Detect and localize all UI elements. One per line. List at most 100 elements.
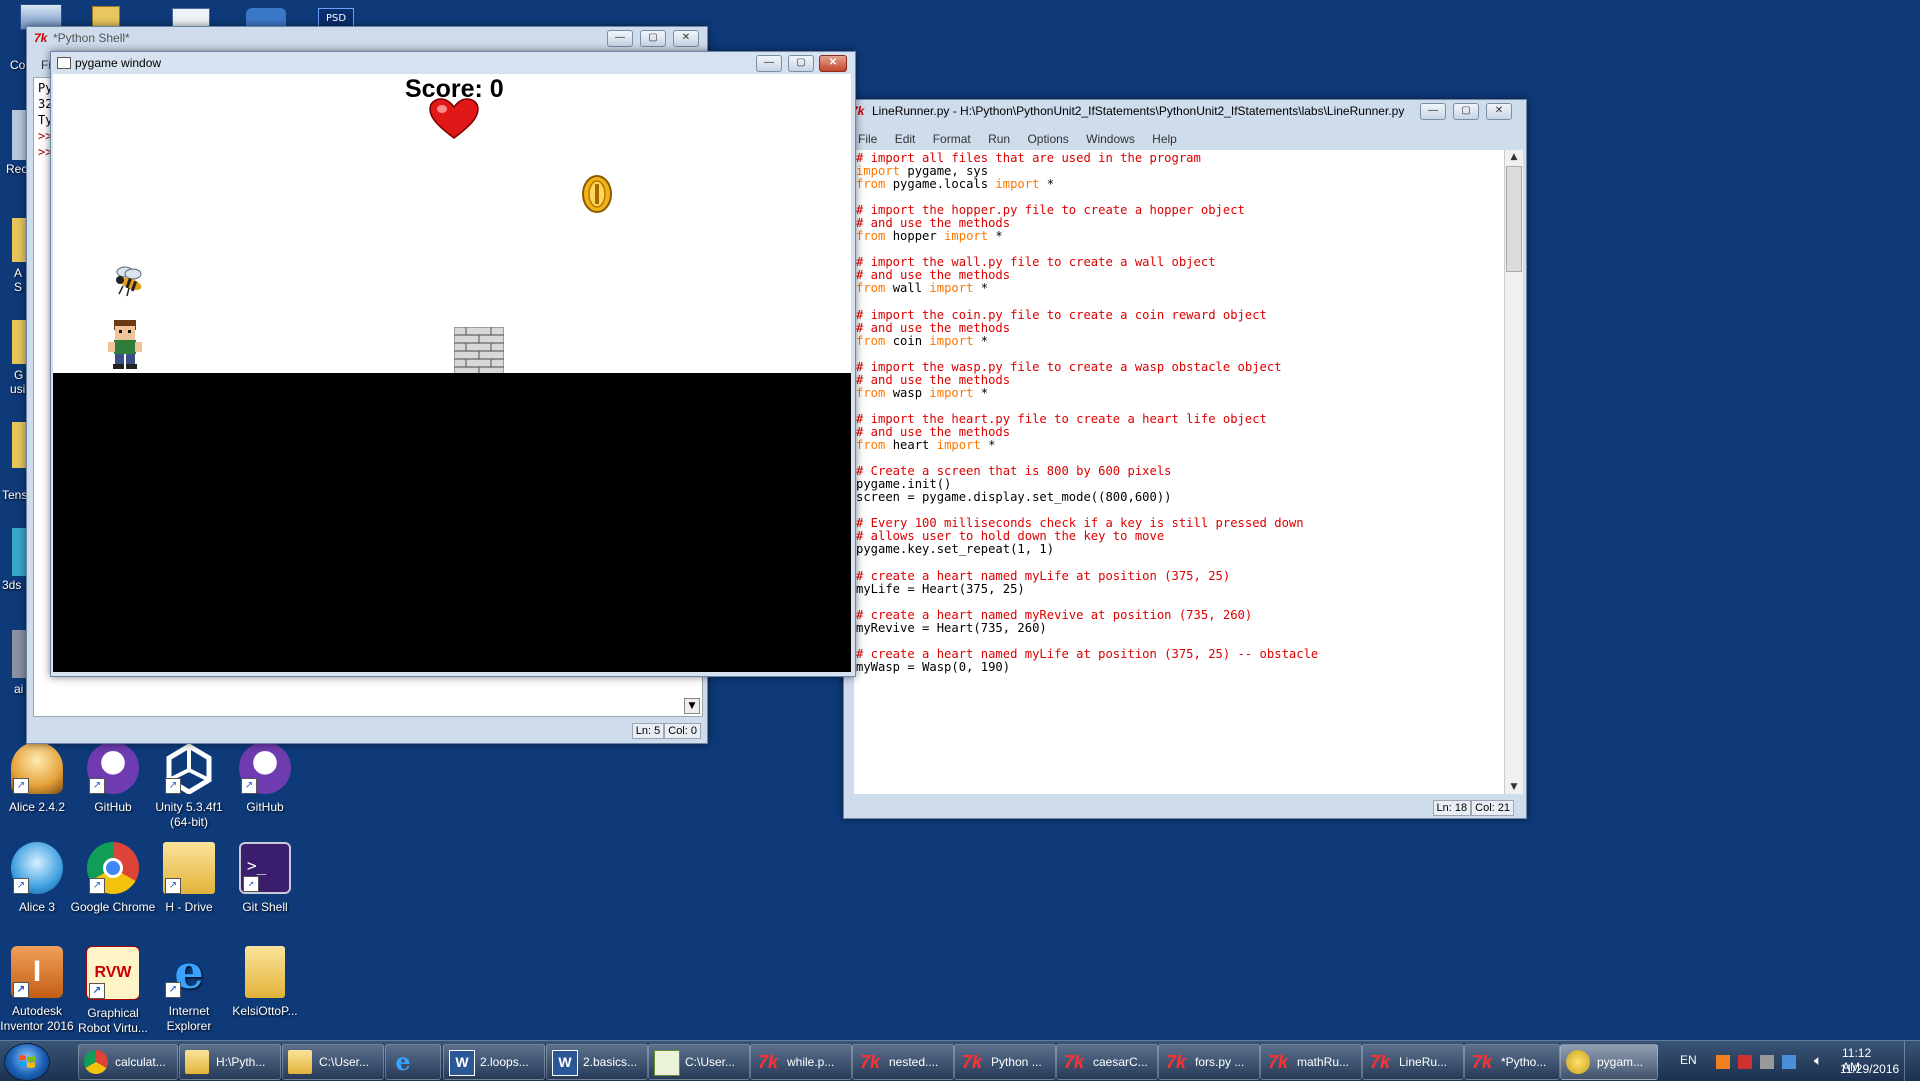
code-comment: # import the coin.py file to create a co… — [856, 307, 1267, 322]
desktop-icon-alice-242[interactable]: ↗ Alice 2.4.2 — [0, 742, 80, 815]
taskbar-item-label: fors.py ... — [1195, 1055, 1245, 1069]
menu-file[interactable]: File — [858, 132, 877, 146]
taskbar-item[interactable]: W 2.basics... — [546, 1044, 648, 1080]
code-editor[interactable]: # import all files that are used in the … — [854, 150, 1504, 794]
clock-date[interactable]: 11/29/2016 — [1840, 1062, 1899, 1076]
taskbar-item-label: H:\Pyth... — [216, 1055, 266, 1069]
taskbar-item[interactable]: 7k *Pytho... — [1464, 1044, 1560, 1080]
desktop-icon-kelsi-folder[interactable]: KelsiOttoP... — [222, 946, 308, 1019]
editor-scrollbar[interactable]: ▲ ▼ — [1504, 150, 1523, 794]
edge-folder-icon-1[interactable] — [12, 218, 26, 262]
taskbar-item[interactable]: 7k nested.... — [852, 1044, 954, 1080]
tray-icon-3[interactable] — [1760, 1055, 1774, 1069]
code-comment: # create a heart named myLife at positio… — [856, 568, 1231, 583]
maximize-button[interactable]: ▢ — [640, 30, 666, 47]
taskbar-item[interactable]: 7k Python ... — [954, 1044, 1056, 1080]
code-text: * — [973, 333, 989, 348]
minimize-button[interactable]: — — [756, 55, 782, 72]
editor-window[interactable]: 7k LineRunner.py - H:\Python\PythonUnit2… — [843, 99, 1527, 819]
desktop-icon-top-4[interactable] — [246, 8, 286, 28]
taskbar-item[interactable]: 7k LineRu... — [1362, 1044, 1464, 1080]
close-button[interactable]: ✕ — [819, 55, 847, 72]
idle-icon: 7k — [859, 1052, 881, 1072]
tray-icon-2[interactable] — [1738, 1055, 1752, 1069]
close-button[interactable]: ✕ — [673, 30, 699, 47]
idle-icon: 7k — [757, 1052, 779, 1072]
alice-icon: ↗ — [11, 742, 63, 794]
speaker-icon[interactable]: 🔈︎ — [1814, 1052, 1822, 1069]
tray-icon-1[interactable] — [1716, 1055, 1730, 1069]
wasp-icon — [116, 266, 142, 297]
maximize-button[interactable]: ▢ — [1453, 103, 1479, 120]
taskbar-item[interactable]: 7k caesarC... — [1056, 1044, 1158, 1080]
code-text: myLife = Heart(375, 25) — [856, 581, 1025, 596]
taskbar-item[interactable]: C:\User... — [648, 1044, 750, 1080]
edge-folder-icon-3[interactable] — [12, 422, 26, 468]
menu-edit[interactable]: Edit — [895, 132, 916, 146]
desktop-icon-github-2[interactable]: ↗ GitHub — [222, 742, 308, 815]
recycle-bin-icon[interactable] — [12, 110, 26, 160]
idle-icon: 7k — [1267, 1052, 1289, 1072]
desktop-icon-git-shell[interactable]: >_ ↗ Git Shell — [222, 842, 308, 915]
desktop-icon-label: Alice 2.4.2 — [8, 800, 66, 814]
taskbar-item[interactable]: calculat... — [78, 1044, 178, 1080]
menu-windows[interactable]: Windows — [1086, 132, 1135, 146]
taskbar-item[interactable]: 7k while.p... — [750, 1044, 852, 1080]
code-text: myWasp = Wasp(0, 190) — [856, 659, 1011, 674]
maximize-button[interactable]: ▢ — [788, 55, 814, 72]
taskbar-item[interactable]: H:\Pyth... — [179, 1044, 281, 1080]
pygame-titlebar[interactable]: pygame window — ▢ ✕ — [51, 52, 855, 74]
taskbar-item-label: nested.... — [889, 1055, 939, 1069]
desktop-icon-label: Google Chrome — [70, 900, 156, 914]
start-button[interactable] — [4, 1043, 50, 1081]
taskbar-item[interactable]: 7k fors.py ... — [1158, 1044, 1260, 1080]
taskbar: calculat... H:\Pyth... C:\User... e W 2.loops… — [0, 1040, 1920, 1081]
taskbar-item-label: caesarC... — [1093, 1055, 1148, 1069]
menu-format[interactable]: Format — [933, 132, 971, 146]
minimize-button[interactable]: — — [1420, 103, 1446, 120]
edge-app-icon-ai[interactable] — [12, 630, 26, 678]
taskbar-item[interactable]: pygam... — [1560, 1044, 1658, 1080]
desktop-icon-chrome[interactable]: ↗ Google Chrome — [70, 842, 156, 915]
menu-options[interactable]: Options — [1027, 132, 1068, 146]
column-indicator: Col: 0 — [664, 723, 701, 739]
desktop-icon-h-drive[interactable]: ↗ H - Drive — [146, 842, 232, 915]
close-button[interactable]: ✕ — [1486, 103, 1512, 120]
taskbar-item[interactable]: 7k mathRu... — [1260, 1044, 1362, 1080]
scroll-down-arrow[interactable]: ▼ — [1505, 780, 1523, 794]
taskbar-item[interactable]: C:\User... — [282, 1044, 384, 1080]
python-shell-titlebar[interactable]: 7k *Python Shell* — ▢ ✕ — [27, 27, 707, 49]
desktop-icon-alice-3[interactable]: ↗ Alice 3 — [0, 842, 80, 915]
edge-app-icon-3ds[interactable] — [12, 528, 26, 576]
show-desktop-button[interactable] — [1904, 1041, 1917, 1081]
desktop-icon-internet-explorer[interactable]: e ↗ Internet Explorer — [146, 946, 232, 1034]
code-line: from heart import * — [856, 439, 1504, 452]
desktop-icon-github-1[interactable]: ↗ GitHub — [70, 742, 156, 815]
desktop-icon-robot-virtual[interactable]: RVW ↗ Graphical Robot Virtu... — [70, 946, 156, 1036]
menu-help[interactable]: Help — [1152, 132, 1177, 146]
taskbar-item[interactable]: e — [385, 1044, 441, 1080]
pygame-window[interactable]: pygame window — ▢ ✕ Score: 0 — [50, 51, 856, 677]
language-indicator[interactable]: EN — [1680, 1053, 1697, 1067]
desktop-icon-unity[interactable]: ↗ Unity 5.3.4f1 (64-bit) — [146, 742, 232, 830]
code-keyword: import — [929, 281, 974, 296]
editor-titlebar[interactable]: 7k LineRunner.py - H:\Python\PythonUnit2… — [844, 100, 1526, 122]
network-icon[interactable] — [1782, 1055, 1796, 1069]
taskbar-item-label: LineRu... — [1399, 1055, 1448, 1069]
code-line: pygame.key.set_repeat(1, 1) — [856, 543, 1504, 556]
taskbar-item[interactable]: W 2.loops... — [443, 1044, 545, 1080]
game-canvas[interactable]: Score: 0 — [53, 74, 851, 672]
desktop-icon-autodesk[interactable]: I ↗ Autodesk Inventor 2016 — [0, 946, 80, 1034]
scroll-thumb[interactable] — [1506, 166, 1522, 272]
menu-run[interactable]: Run — [988, 132, 1010, 146]
line-indicator: Ln: 18 — [1432, 800, 1472, 816]
code-text: pygame, sys — [900, 164, 989, 179]
scroll-down-arrow[interactable]: ▼ — [684, 698, 700, 714]
scroll-up-arrow[interactable]: ▲ — [1505, 150, 1523, 164]
minimize-button[interactable]: — — [607, 30, 633, 47]
idle-icon: 7k — [1063, 1052, 1085, 1072]
code-comment: # and use the methods — [856, 424, 1011, 439]
taskbar-item-label: C:\User... — [685, 1055, 736, 1069]
code-comment: # create a heart named myRevive at posit… — [856, 607, 1253, 622]
edge-folder-icon-2[interactable] — [12, 320, 26, 364]
